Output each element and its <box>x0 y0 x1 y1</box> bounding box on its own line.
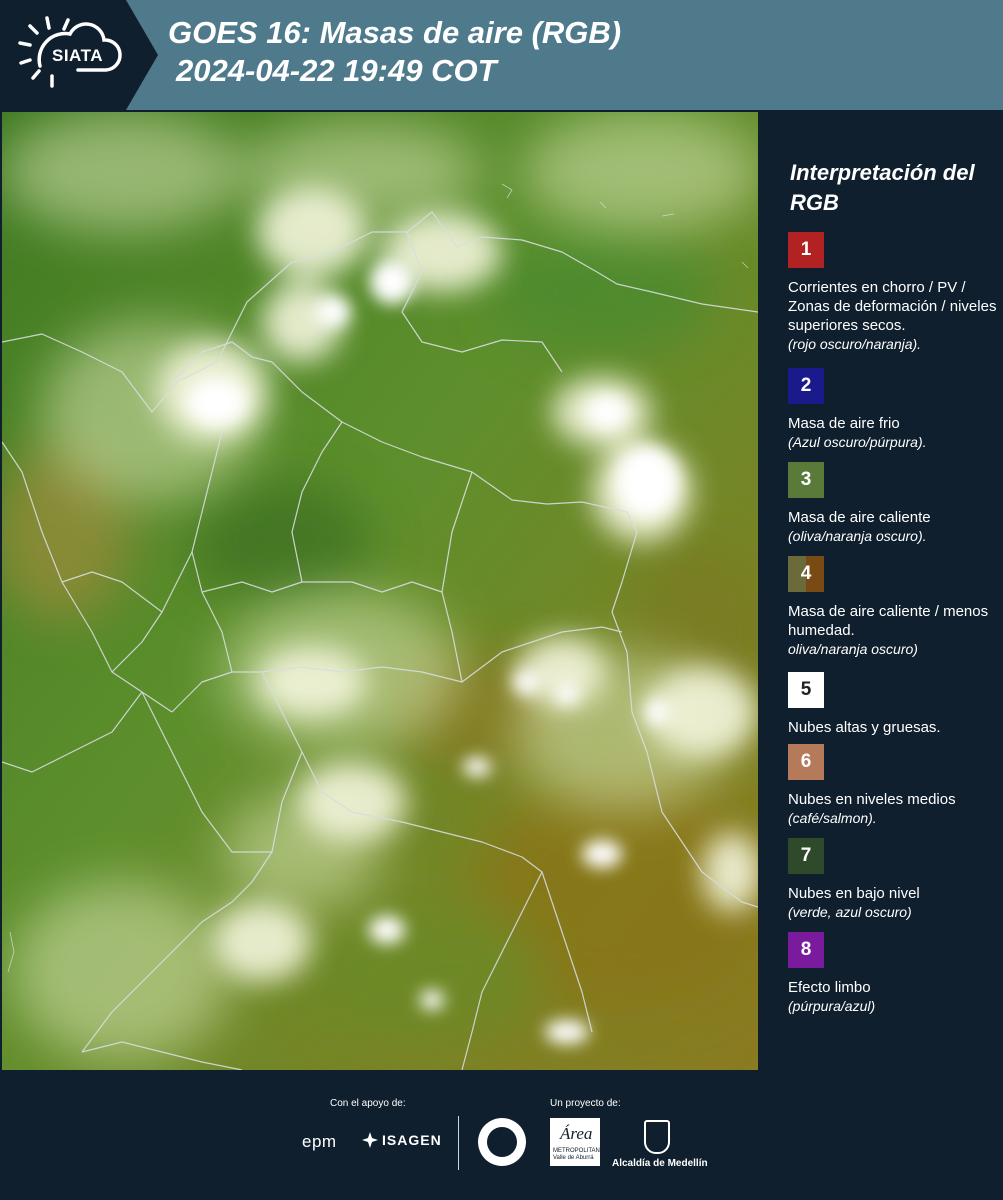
legend-note-4: oliva/naranja oscuro) <box>788 641 918 657</box>
area-logo-word: Área <box>560 1124 593 1143</box>
legend-note-6: (café/salmon). <box>788 810 877 826</box>
isagen-star-icon <box>362 1132 378 1148</box>
legend-swatch-6: 6 <box>788 744 824 780</box>
legend-item-6: 6 Nubes en niveles medios (café/salmon). <box>788 744 1000 828</box>
area-logo-subtitle: METROPOLITANA Valle de Aburrá <box>553 1148 604 1162</box>
university-seal-logo <box>478 1118 526 1166</box>
legend-item-2: 2 Masa de aire frio (Azul oscuro/púrpura… <box>788 368 1000 452</box>
legend-item-8: 8 Efecto limbo (púrpura/azul) <box>788 932 1000 1016</box>
legend-note-1: (rojo oscuro/naranja). <box>788 336 922 352</box>
area-logo-sub1: METROPOLITANA <box>553 1148 604 1154</box>
legend-item-1: 1 Corrientes en chorro / PV / Zonas de d… <box>788 232 1000 354</box>
rgb-airmass-map <box>2 112 758 1070</box>
footer-sponsors: Con el apoyo de: Un proyecto de: epm ISA… <box>0 1070 1003 1200</box>
legend-swatch-3: 3 <box>788 462 824 498</box>
title-product: GOES 16: Masas de aire (RGB) <box>168 15 622 50</box>
legend-desc-5: Nubes altas y gruesas. <box>788 719 941 736</box>
legend-desc-4: Masa de aire caliente / menos humedad. <box>788 603 989 639</box>
legend-desc-8: Efecto limbo <box>788 979 871 996</box>
support-label: Con el apoyo de: <box>330 1098 406 1109</box>
legend-desc-7: Nubes en bajo nivel <box>788 885 920 902</box>
legend-note-2: (Azul oscuro/púrpura). <box>788 434 927 450</box>
legend-item-3: 3 Masa de aire caliente (oliva/naranja o… <box>788 462 1000 546</box>
siata-logo-text: SIATA <box>52 46 103 65</box>
area-metropolitana-logo: Área METROPOLITANA Valle de Aburrá <box>550 1118 604 1166</box>
legend-swatch-8: 8 <box>788 932 824 968</box>
legend-swatch-7: 7 <box>788 838 824 874</box>
legend-swatch-2: 2 <box>788 368 824 404</box>
legend-desc-1: Corrientes en chorro / PV / Zonas de def… <box>788 279 997 334</box>
legend-swatch-4: 4 <box>788 556 824 592</box>
legend-title: Interpretación del RGB <box>790 160 975 215</box>
page-title: GOES 16: Masas de aire (RGB) 2024-04-22 … <box>168 14 621 90</box>
title-timestamp: 2024-04-22 19:49 COT <box>176 53 497 88</box>
alcaldia-logo-text: Alcaldía de Medellín <box>612 1158 708 1169</box>
satellite-image <box>2 112 758 1070</box>
legend-item-7: 7 Nubes en bajo nivel (verde, azul oscur… <box>788 838 1000 922</box>
header-bar: SIATA GOES 16: Masas de aire (RGB) 2024-… <box>0 0 1003 110</box>
legend-panel: Interpretación del RGB 1 Corrientes en c… <box>760 110 1003 1070</box>
legend-desc-2: Masa de aire frio <box>788 415 900 432</box>
legend-item-5: 5 Nubes altas y gruesas. <box>788 672 1000 737</box>
area-logo-sub2: Valle de Aburrá <box>553 1155 594 1161</box>
legend-swatch-1: 1 <box>788 232 824 268</box>
seal-emblem-icon <box>487 1127 517 1157</box>
siata-logo: SIATA <box>0 0 160 110</box>
legend-desc-6: Nubes en niveles medios <box>788 791 956 808</box>
legend-desc-3: Masa de aire caliente <box>788 509 931 526</box>
legend-swatch-5: 5 <box>788 672 824 708</box>
legend-note-7: (verde, azul oscuro) <box>788 904 912 920</box>
isagen-logo-text: ISAGEN <box>382 1132 442 1148</box>
alcaldia-crest-icon <box>644 1120 670 1154</box>
project-label: Un proyecto de: <box>550 1098 621 1109</box>
isagen-logo: ISAGEN <box>362 1132 442 1148</box>
footer-divider <box>458 1116 459 1170</box>
legend-item-4: 4 Masa de aire caliente / menos humedad.… <box>788 556 1000 659</box>
epm-logo: epm <box>302 1132 337 1151</box>
legend-note-3: (oliva/naranja oscuro). <box>788 528 927 544</box>
legend-note-8: (púrpura/azul) <box>788 998 876 1014</box>
